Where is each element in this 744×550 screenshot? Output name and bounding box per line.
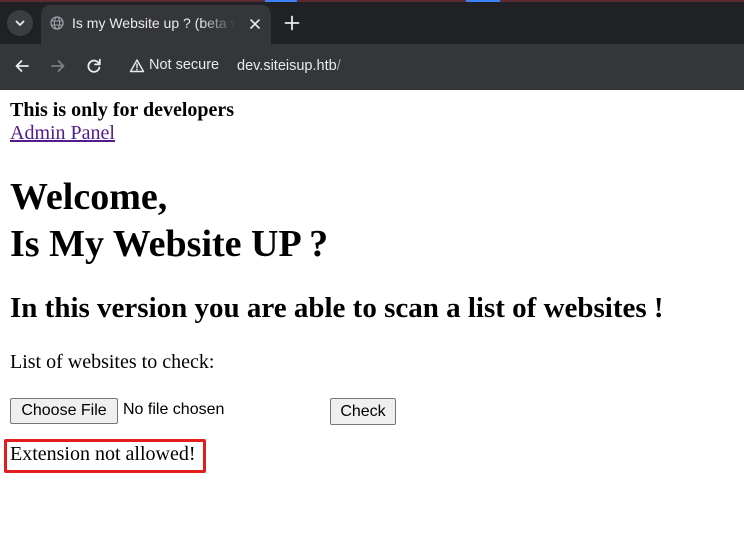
warning-triangle-icon[interactable] [129, 58, 145, 74]
tab-title: Is my Website up ? (beta version) [72, 15, 236, 31]
address-bar[interactable]: Not secure dev.siteisup.htb/ [120, 49, 744, 83]
check-button[interactable]: Check [330, 398, 396, 425]
file-status-text: No file chosen [123, 401, 225, 418]
active-tab[interactable]: Is my Website up ? (beta version) [41, 5, 271, 44]
error-message: Extension not allowed! [10, 443, 196, 465]
security-status[interactable]: Not secure [149, 57, 219, 73]
tab-search-button[interactable] [7, 10, 33, 36]
url-text[interactable]: dev.siteisup.htb/ [237, 58, 341, 74]
welcome-line: Welcome, [10, 176, 168, 218]
url-host: dev.siteisup.htb [237, 58, 337, 74]
version-subheading: In this version you are able to scan a l… [10, 292, 664, 324]
tab-strip: Is my Website up ? (beta version) [0, 0, 744, 44]
browser-chrome: Is my Website up ? (beta version) Not se… [0, 0, 744, 90]
developer-note: This is only for developers [10, 99, 235, 121]
back-arrow-icon[interactable] [12, 56, 32, 76]
forward-arrow-icon[interactable] [48, 56, 68, 76]
tab-strip-accent [265, 0, 297, 2]
site-title-line: Is My Website UP ? [10, 223, 329, 265]
url-path: / [336, 58, 341, 74]
tab-strip-accent [466, 0, 500, 2]
close-icon[interactable] [247, 16, 263, 32]
globe-icon [50, 16, 64, 30]
admin-panel-link[interactable]: Admin Panel [10, 122, 115, 145]
page-content: This is only for developers Admin Panel … [0, 90, 744, 550]
chevron-down-icon [15, 20, 25, 26]
reload-icon[interactable] [84, 56, 104, 76]
tab-strip-top-line [0, 0, 744, 2]
new-tab-plus-icon[interactable] [282, 13, 302, 33]
welcome-heading: Welcome, Is My Website UP ? [10, 174, 328, 268]
list-label: List of websites to check: [10, 351, 215, 373]
choose-file-button[interactable]: Choose File [10, 398, 118, 424]
